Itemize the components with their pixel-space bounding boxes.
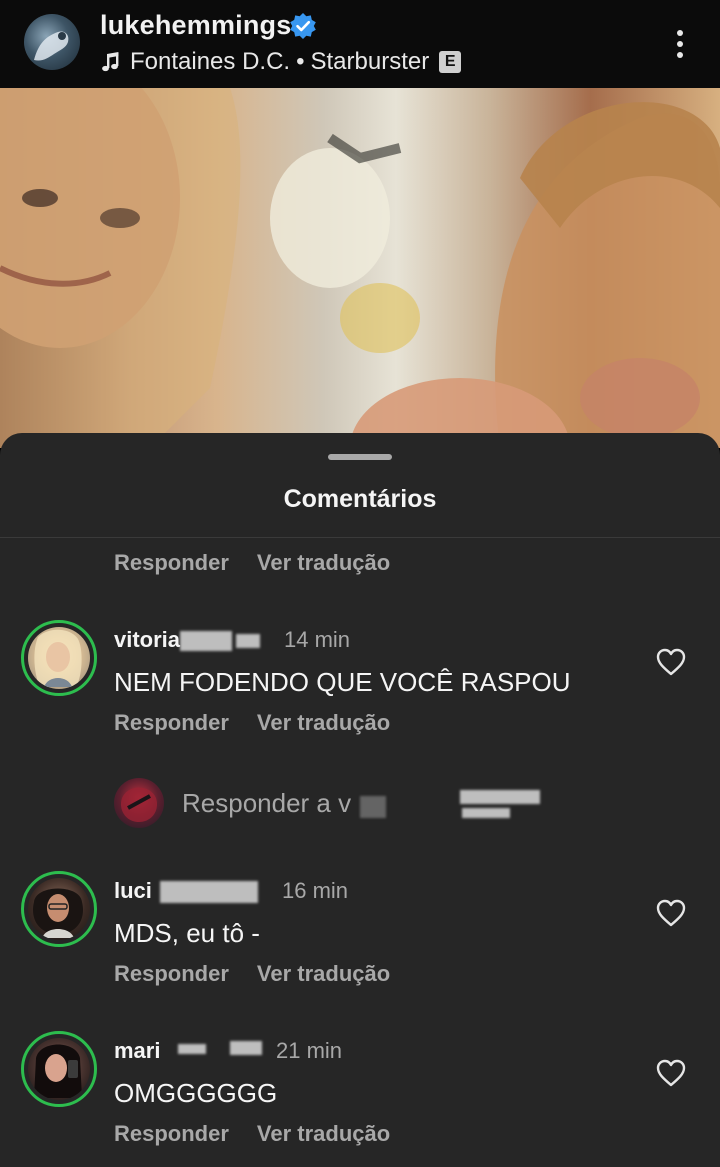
redacted-name — [230, 1041, 262, 1055]
redacted-name — [236, 634, 260, 648]
music-separator: • — [296, 48, 305, 75]
translate-button[interactable]: Ver tradução — [257, 961, 390, 987]
comment-text: MDS, eu tô - — [114, 918, 260, 948]
comment-text: NEM FODENDO QUE VOCÊ RASPOU — [114, 667, 571, 697]
comments-sheet: Comentários Responder Ver tradução vitor… — [0, 433, 720, 1167]
reply-input[interactable]: Responder a v — [182, 788, 351, 819]
sheet-title: Comentários — [283, 485, 437, 513]
header-username[interactable]: lukehemmings — [100, 10, 291, 41]
reply-button[interactable]: Responder — [114, 961, 229, 987]
post-photo[interactable] — [0, 88, 720, 448]
heart-icon[interactable] — [656, 648, 686, 676]
comment-text: OMGGGGGG — [114, 1078, 278, 1108]
post-header: lukehemmings Fontaines D.C. • Starburste… — [0, 0, 720, 88]
sheet-divider — [0, 537, 720, 538]
redacted-name — [360, 796, 386, 818]
comment-actions: Responder Ver tradução — [114, 710, 418, 736]
comment-username[interactable]: luci — [114, 878, 152, 904]
comment-username[interactable]: mari — [114, 1038, 160, 1064]
comment-username[interactable]: vitoria — [114, 627, 180, 653]
more-vertical-icon[interactable] — [668, 28, 692, 60]
translate-button[interactable]: Ver tradução — [257, 1121, 390, 1147]
comment-time: 14 min — [284, 627, 351, 652]
explicit-badge: E — [439, 51, 462, 73]
reply-input-row[interactable]: Responder a v — [0, 778, 720, 830]
translate-button[interactable]: Ver tradução — [257, 550, 390, 576]
music-note-icon — [102, 52, 119, 72]
music-track: Starburster — [310, 48, 430, 75]
reply-button[interactable]: Responder — [114, 710, 229, 736]
translate-button[interactable]: Ver tradução — [257, 710, 390, 736]
drag-handle[interactable] — [328, 454, 392, 460]
comment-actions: Responder Ver tradução — [114, 1121, 418, 1147]
verified-badge-icon — [290, 13, 316, 39]
heart-icon[interactable] — [656, 1059, 686, 1087]
comment-actions: Responder Ver tradução — [114, 961, 418, 987]
redacted-name — [180, 631, 232, 651]
music-attribution[interactable]: Fontaines D.C. • Starburster E — [100, 48, 462, 76]
redacted-name — [178, 1044, 206, 1054]
redacted-name — [462, 808, 510, 818]
music-artist: Fontaines D.C. — [130, 48, 291, 75]
heart-icon[interactable] — [656, 899, 686, 927]
current-user-avatar — [114, 778, 164, 828]
comment-avatar[interactable] — [21, 620, 97, 696]
redacted-name — [460, 790, 540, 804]
profile-avatar[interactable] — [24, 14, 80, 70]
comment-time: 21 min — [276, 1038, 343, 1063]
reply-button[interactable]: Responder — [114, 1121, 229, 1147]
redacted-name — [160, 881, 258, 903]
comment-time: 16 min — [282, 878, 349, 903]
comment-avatar[interactable] — [21, 871, 97, 947]
previous-comment-actions: Responder Ver tradução — [114, 550, 418, 576]
reply-button[interactable]: Responder — [114, 550, 229, 576]
comment-avatar[interactable] — [21, 1031, 97, 1107]
